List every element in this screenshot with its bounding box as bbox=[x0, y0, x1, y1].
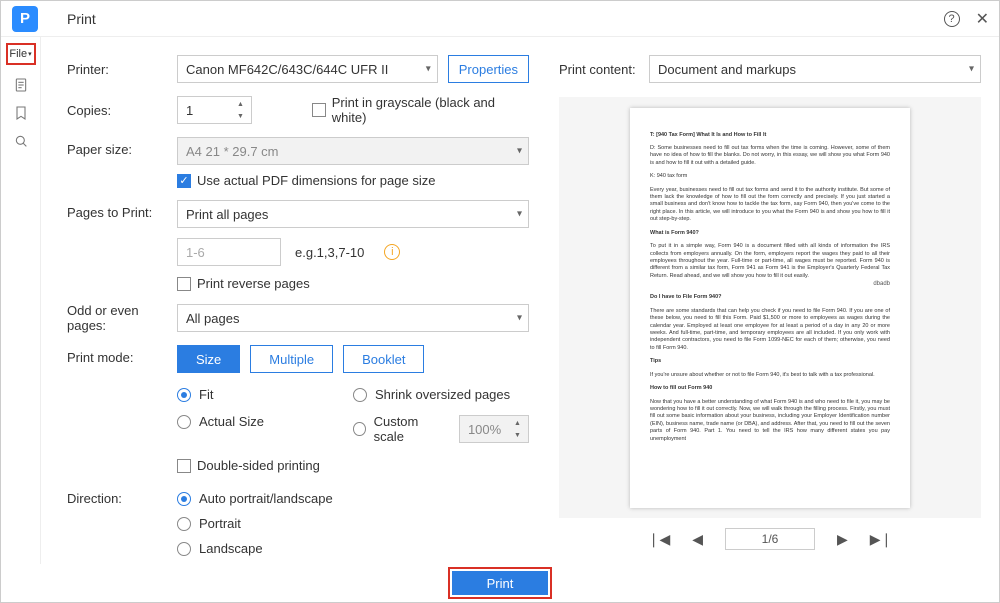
tab-size[interactable]: Size bbox=[177, 345, 240, 373]
paper-size-label: Paper size: bbox=[67, 137, 177, 157]
direction-label: Direction: bbox=[67, 491, 177, 506]
pages-to-print-label: Pages to Print: bbox=[67, 200, 177, 220]
next-page-icon[interactable]: ▶ bbox=[837, 531, 848, 548]
bookmark-icon[interactable] bbox=[13, 105, 29, 121]
page-range-eg: e.g.1,3,7-10 bbox=[295, 245, 364, 260]
radio-fit[interactable]: Fit bbox=[177, 387, 353, 402]
app-logo: P bbox=[12, 6, 38, 32]
print-content-select[interactable]: Document and markups▾ bbox=[649, 55, 981, 83]
radio-actual-size[interactable]: Actual Size bbox=[177, 414, 353, 429]
prev-page-icon[interactable]: ◀ bbox=[692, 531, 703, 548]
print-mode-label: Print mode: bbox=[67, 345, 177, 365]
first-page-icon[interactable]: ❘◀ bbox=[648, 531, 671, 548]
radio-portrait[interactable]: Portrait bbox=[177, 516, 529, 531]
page-range-input[interactable]: 1-6 bbox=[177, 238, 281, 266]
reverse-pages-checkbox[interactable]: Print reverse pages bbox=[177, 276, 529, 291]
custom-scale-stepper: 100%▲▼ bbox=[459, 415, 529, 443]
tab-booklet[interactable]: Booklet bbox=[343, 345, 424, 373]
close-icon[interactable]: ✕ bbox=[976, 9, 989, 29]
pages-to-print-select[interactable]: Print all pages▾ bbox=[177, 200, 529, 228]
print-preview: T: [940 Tax Form] What It Is and How to … bbox=[559, 97, 981, 518]
printer-select[interactable]: Canon MF642C/643C/644C UFR II▾ bbox=[177, 55, 438, 83]
odd-even-label: Odd or even pages: bbox=[67, 303, 177, 333]
radio-custom-scale[interactable]: Custom scale 100%▲▼ bbox=[353, 414, 529, 444]
tab-multiple[interactable]: Multiple bbox=[250, 345, 333, 373]
radio-shrink[interactable]: Shrink oversized pages bbox=[353, 387, 529, 402]
page-indicator-input[interactable]: 1/6 bbox=[725, 528, 815, 550]
odd-even-select[interactable]: All pages▾ bbox=[177, 304, 529, 332]
page-view-icon[interactable] bbox=[13, 77, 29, 93]
print-button[interactable]: Print bbox=[452, 571, 548, 595]
dialog-title: Print bbox=[67, 11, 96, 27]
copies-stepper[interactable]: 1▲▼ bbox=[177, 96, 252, 124]
info-icon[interactable]: i bbox=[384, 244, 400, 260]
double-sided-checkbox[interactable]: Double-sided printing bbox=[177, 458, 529, 473]
paper-size-select[interactable]: A4 21 * 29.7 cm▾ bbox=[177, 137, 529, 165]
use-actual-dimensions-checkbox[interactable]: ✓Use actual PDF dimensions for page size bbox=[177, 173, 529, 188]
print-content-label: Print content: bbox=[559, 62, 649, 77]
help-icon[interactable]: ? bbox=[944, 11, 960, 27]
properties-button[interactable]: Properties bbox=[448, 55, 529, 83]
grayscale-checkbox[interactable]: Print in grayscale (black and white) bbox=[312, 95, 529, 125]
radio-auto-orientation[interactable]: Auto portrait/landscape bbox=[177, 491, 529, 506]
copies-label: Copies: bbox=[67, 103, 177, 118]
radio-landscape[interactable]: Landscape bbox=[177, 541, 529, 556]
printer-label: Printer: bbox=[67, 62, 177, 77]
last-page-icon[interactable]: ▶❘ bbox=[870, 531, 893, 548]
file-menu[interactable]: File▾ bbox=[6, 43, 36, 65]
search-icon[interactable] bbox=[13, 133, 29, 149]
